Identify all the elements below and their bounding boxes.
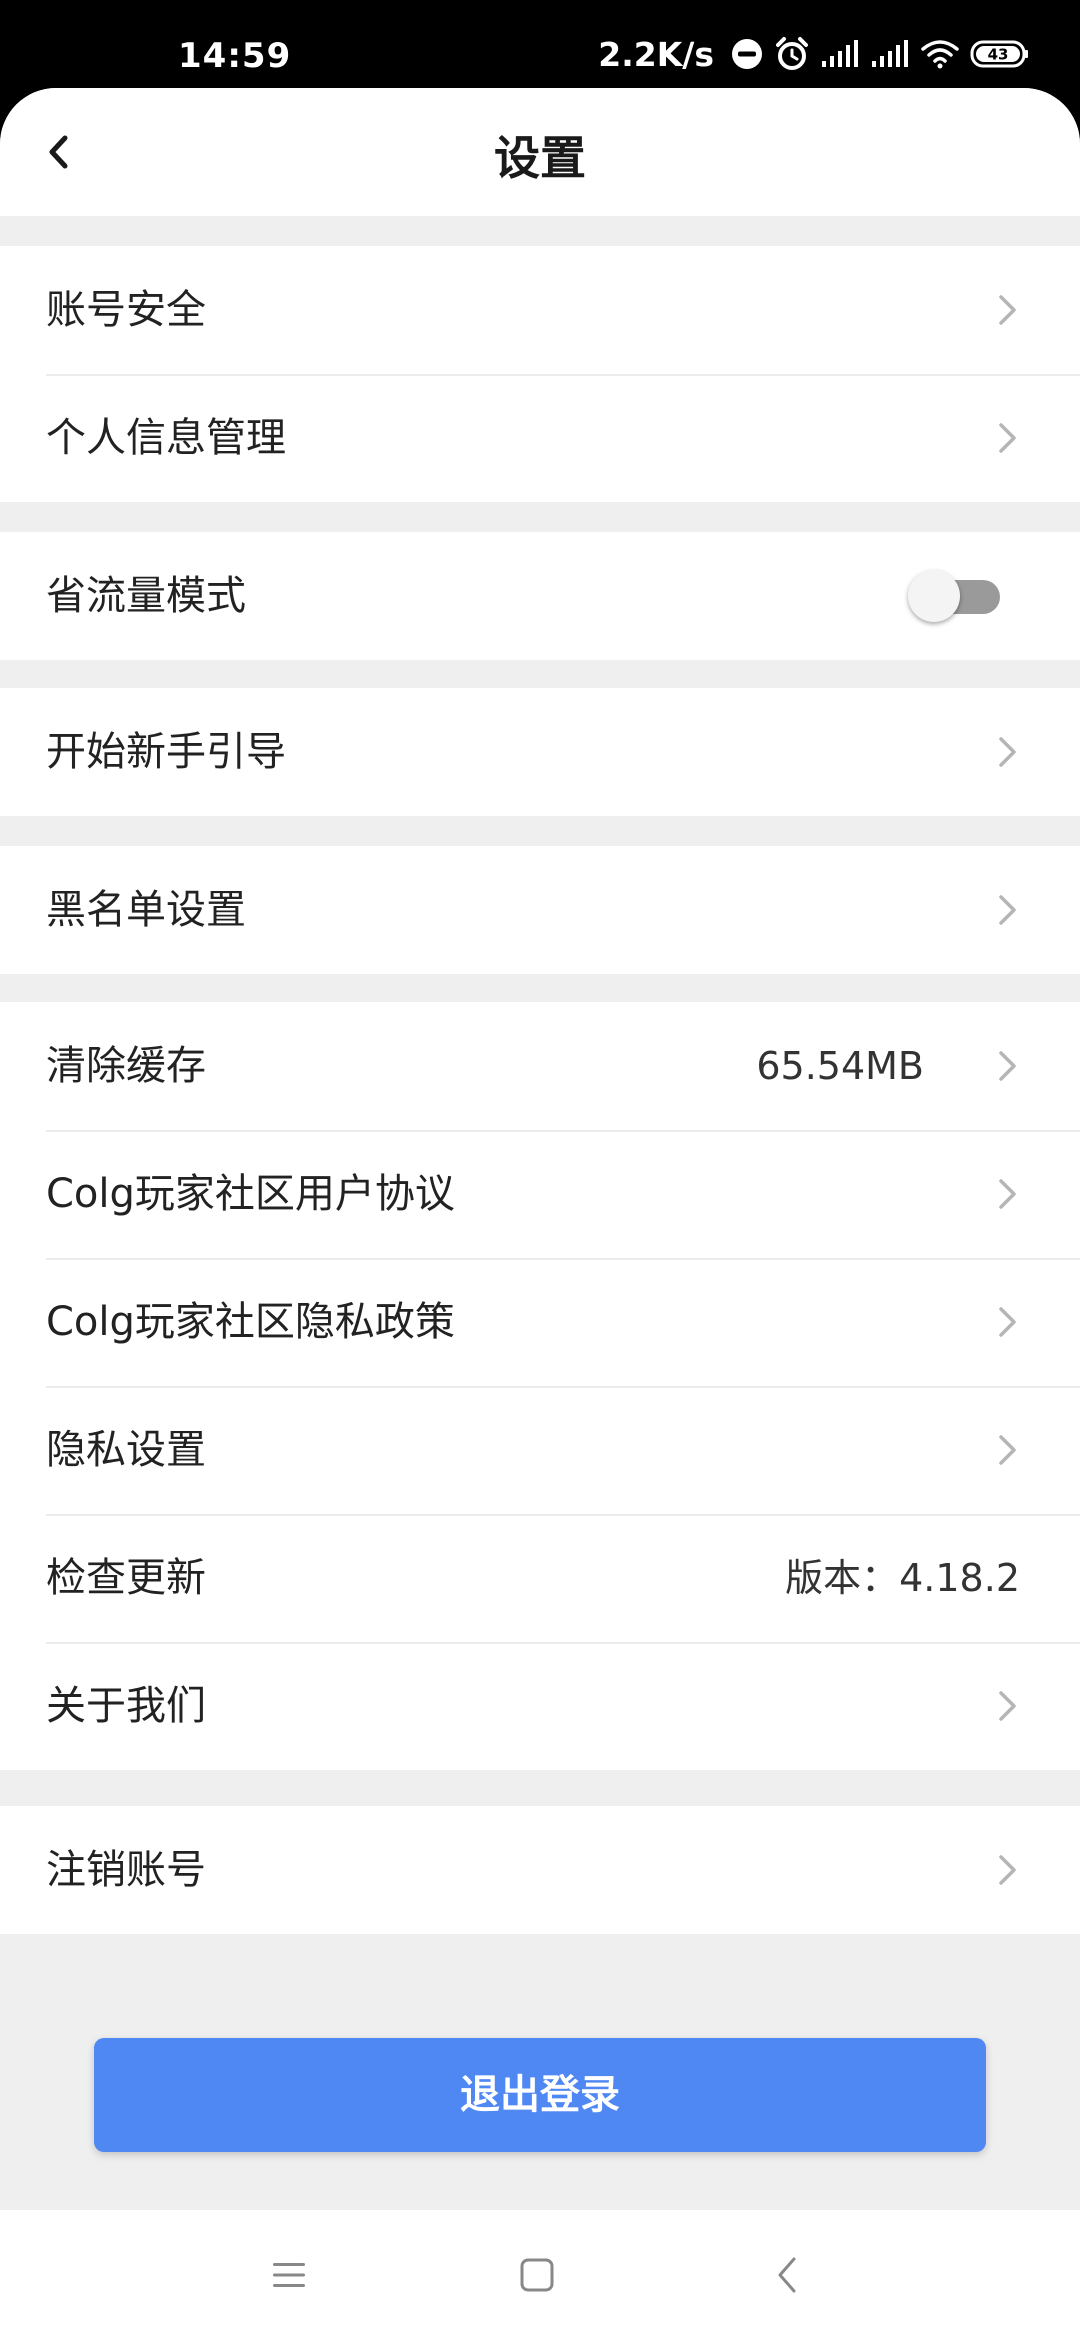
row-label: Colg玩家社区隐私政策 xyxy=(46,1299,455,1345)
row-label: 注销账号 xyxy=(46,1847,206,1893)
section-misc: 清除缓存 65.54MB Colg玩家社区用户协议 Colg玩家社区隐私政策 隐… xyxy=(0,1002,1080,1770)
battery-level: 43 xyxy=(988,46,1009,64)
chevron-right-icon xyxy=(999,1435,1016,1465)
do-not-disturb-icon xyxy=(732,39,762,69)
status-bar: 14:59 2.2K/s 43 xyxy=(0,0,1080,90)
chevron-right-icon xyxy=(999,1051,1016,1081)
row-label: 账号安全 xyxy=(46,287,206,333)
chevron-right-icon xyxy=(999,1307,1016,1337)
nav-back-button[interactable] xyxy=(752,2240,822,2310)
chevron-right-icon xyxy=(999,423,1016,453)
status-time: 14:59 xyxy=(178,36,292,76)
page-title: 设置 xyxy=(494,131,586,185)
row-label: 隐私设置 xyxy=(46,1427,206,1473)
nav-home-button[interactable] xyxy=(502,2240,572,2310)
network-speed: 2.2K/s xyxy=(598,34,714,74)
section-account: 账号安全 个人信息管理 xyxy=(0,246,1080,502)
row-personal-info[interactable]: 个人信息管理 xyxy=(0,374,1080,502)
row-privacy-policy[interactable]: Colg玩家社区隐私政策 xyxy=(0,1258,1080,1386)
row-label: 检查更新 xyxy=(46,1555,206,1601)
signal-icon xyxy=(822,40,858,67)
row-clear-cache[interactable]: 清除缓存 65.54MB xyxy=(0,1002,1080,1130)
signal-icon xyxy=(872,40,908,67)
menu-icon xyxy=(273,2263,305,2287)
chevron-right-icon xyxy=(999,737,1016,767)
settings-page: 设置 账号安全 个人信息管理 省流量模式 开始新手引导 黑名单设置 清除缓存 6… xyxy=(0,88,1080,2210)
section-deactivate: 注销账号 xyxy=(0,1806,1080,1934)
row-account-security[interactable]: 账号安全 xyxy=(0,246,1080,374)
section-guide: 开始新手引导 xyxy=(0,688,1080,816)
row-blacklist[interactable]: 黑名单设置 xyxy=(0,846,1080,974)
row-about-us[interactable]: 关于我们 xyxy=(0,1642,1080,1770)
toggle-knob xyxy=(908,570,960,622)
row-user-agreement[interactable]: Colg玩家社区用户协议 xyxy=(0,1130,1080,1258)
home-icon xyxy=(520,2258,554,2292)
section-blacklist: 黑名单设置 xyxy=(0,846,1080,974)
row-start-guide[interactable]: 开始新手引导 xyxy=(0,688,1080,816)
system-nav-bar xyxy=(0,2210,1080,2340)
chevron-right-icon xyxy=(999,1179,1016,1209)
row-label: 黑名单设置 xyxy=(46,887,246,933)
row-check-update[interactable]: 检查更新 版本：4.18.2 xyxy=(0,1514,1080,1642)
row-data-saver: 省流量模式 xyxy=(0,532,1080,660)
battery-icon: 43 xyxy=(970,40,1028,68)
app-version: 版本：4.18.2 xyxy=(785,1556,1020,1600)
cache-size: 65.54MB xyxy=(756,1044,924,1088)
nav-menu-button[interactable] xyxy=(254,2240,324,2310)
chevron-right-icon xyxy=(999,295,1016,325)
row-label: 个人信息管理 xyxy=(46,415,286,461)
alarm-icon xyxy=(776,37,808,70)
row-label: 开始新手引导 xyxy=(46,729,286,775)
row-label: 省流量模式 xyxy=(46,573,246,619)
chevron-right-icon xyxy=(999,1691,1016,1721)
row-label: 关于我们 xyxy=(46,1683,206,1729)
row-label: 清除缓存 xyxy=(46,1043,206,1089)
status-icons: 2.2K/s 43 xyxy=(598,34,1030,74)
row-deactivate-account[interactable]: 注销账号 xyxy=(0,1806,1080,1934)
wifi-icon xyxy=(921,40,959,69)
chevron-right-icon xyxy=(999,895,1016,925)
screen: 14:59 2.2K/s 43 设置 账号安全 个人信息管理 省流量模式 开始新… xyxy=(0,0,1080,2340)
data-saver-toggle[interactable] xyxy=(908,570,1000,622)
row-label: Colg玩家社区用户协议 xyxy=(46,1171,455,1217)
chevron-right-icon xyxy=(999,1855,1016,1885)
row-privacy-settings[interactable]: 隐私设置 xyxy=(0,1386,1080,1514)
back-icon xyxy=(778,2257,796,2293)
logout-button[interactable]: 退出登录 xyxy=(94,2038,986,2152)
section-data-saver: 省流量模式 xyxy=(0,532,1080,660)
app-header: 设置 xyxy=(0,88,1080,216)
